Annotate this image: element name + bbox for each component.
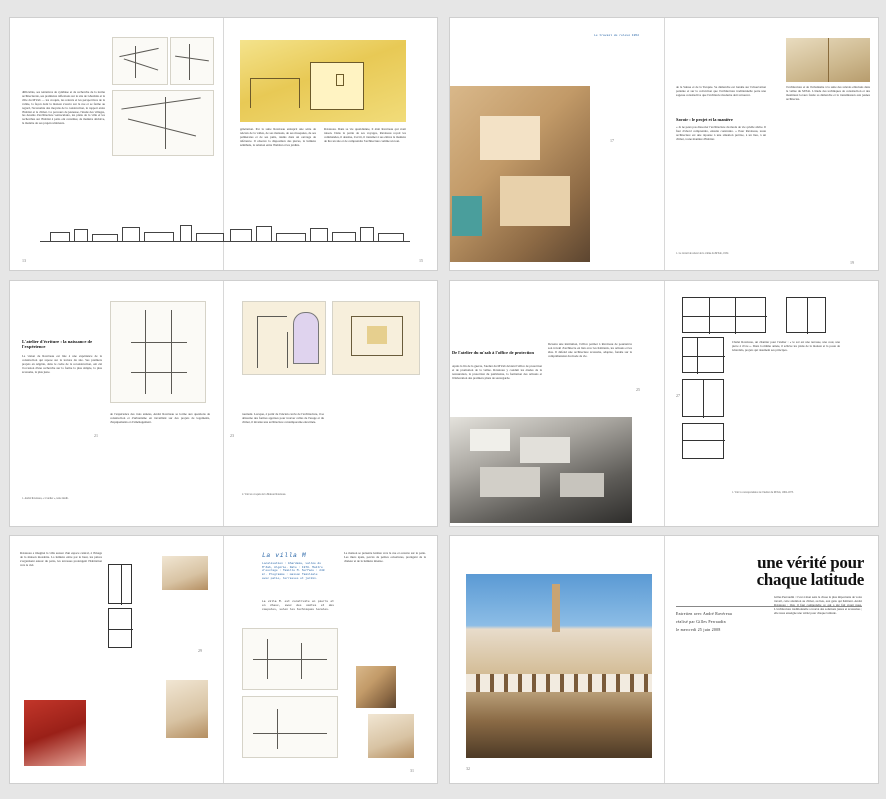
floor-plan xyxy=(108,608,133,648)
body-text: Ravéreau. Dans sa vie quotidienne, il ét… xyxy=(324,128,406,143)
page-number: 17 xyxy=(610,138,614,143)
section-subhead: Savoir : le projet et la manière xyxy=(676,117,733,122)
page-fold xyxy=(664,281,665,526)
floor-plan xyxy=(682,337,725,374)
footnote: 1. André Ravéreau, « L'atelier », texte … xyxy=(22,497,69,500)
page-number: 23 xyxy=(230,433,234,438)
page-number: 25 xyxy=(636,387,640,392)
spread-3: L'atelier d'écriture : la naissance de l… xyxy=(10,281,437,526)
body-text: difficultés, ses tentatives de synthèse … xyxy=(22,91,105,126)
floor-plan xyxy=(682,379,724,418)
facade-watercolor xyxy=(240,40,406,122)
body-text: Chalet Ravéreau, un chantier pour l'atel… xyxy=(732,341,840,352)
page-fold xyxy=(664,536,665,783)
site-sketch xyxy=(170,37,214,85)
body-text: La maison se présente fermée vers la rue… xyxy=(344,552,426,563)
floor-plan xyxy=(682,297,767,334)
page-number: 21 xyxy=(94,433,98,438)
page-fold xyxy=(223,281,224,526)
interior-photo xyxy=(166,680,208,738)
ghardaia-market-photo xyxy=(466,574,652,758)
page-number: 19 xyxy=(850,260,854,265)
floor-plan xyxy=(682,423,725,459)
elevation-drawing xyxy=(110,301,206,403)
page-fold xyxy=(223,536,224,783)
spread-1: difficultés, ses tentatives de synthèse … xyxy=(10,18,437,270)
page-number: 29 xyxy=(198,648,202,653)
model-photo xyxy=(450,86,590,262)
rooftops-photo xyxy=(450,417,632,523)
notebook-photo xyxy=(786,38,870,82)
section-sketch xyxy=(242,301,326,375)
spread-4: De l'atelier du m'zab à l'office de prot… xyxy=(450,281,878,526)
page-number: 13 xyxy=(22,258,26,263)
section-heading: De l'atelier du m'zab à l'office de prot… xyxy=(452,350,534,355)
body-text: tournant. Lorsque, à partir de l'ancien … xyxy=(242,413,324,424)
street-elevation-drawing xyxy=(40,224,410,242)
spread-6: une vérité pour chaque latitude Entretie… xyxy=(450,536,878,783)
footnote: 1. Voir la correspondance de l'atelier d… xyxy=(732,491,794,494)
project-caption: Localisation : Ghardaïa, vallée du M'Zab… xyxy=(262,562,325,580)
floor-plan xyxy=(786,297,826,334)
section-drawing xyxy=(242,696,338,758)
page-number: 27 xyxy=(676,393,680,398)
body-text: Ravéreau a imaginé la villa autour d'un … xyxy=(20,552,102,567)
body-text: génération. Par la suite Ravéreau entrep… xyxy=(240,128,316,147)
article-title: une vérité pour chaque latitude xyxy=(756,553,865,589)
body-text: La vision de Ravéreau est liée à une exp… xyxy=(22,355,102,374)
running-head: Le travail de relevé 1952 xyxy=(594,34,640,37)
page-number: 32 xyxy=(466,766,470,771)
page-fold xyxy=(664,18,665,270)
body-text: de l'expérience des trois années, André … xyxy=(110,413,210,424)
plan-sketch xyxy=(332,301,420,375)
courtyard-photo xyxy=(24,700,86,766)
body-text: Après la fin de la guerre, l'atelier du … xyxy=(452,365,542,380)
page-number: 31 xyxy=(410,768,414,773)
body-text: de la Suisse et de la Turquie. Sa démarc… xyxy=(676,86,766,97)
floor-plan xyxy=(108,564,132,605)
villa-photo xyxy=(356,666,396,708)
page-number: 15 xyxy=(419,258,423,263)
footnote: 1. Le travail de relevé de la vallée du … xyxy=(676,252,729,255)
footnote: 2. Voir les croquis de la Maison Ravérea… xyxy=(242,493,286,496)
site-sketch xyxy=(112,37,168,85)
body-text: « Je ne peux pas dissocier l'architectur… xyxy=(676,126,766,141)
interview-text: Gilles Perraudin : C'est à mon sens la c… xyxy=(774,596,862,615)
body-text: l'architecture et de l'urbanisme à la su… xyxy=(786,86,870,101)
plan-sketch xyxy=(112,90,214,156)
section-drawing xyxy=(242,628,338,690)
body-text: La villa M. est construite en pierre et … xyxy=(262,600,334,611)
villa-photo xyxy=(368,714,414,758)
section-heading: L'atelier d'écriture : la naissance de l… xyxy=(22,339,93,350)
villa-title: La villa M xyxy=(262,552,307,559)
body-text: Devenu une institution, l'office permet … xyxy=(548,343,632,358)
spread-5: Ravéreau a imaginé la villa autour d'un … xyxy=(10,536,437,783)
spread-2: Le travail de relevé 1952 17 de la Suiss… xyxy=(450,18,878,270)
interior-photo xyxy=(162,556,208,590)
